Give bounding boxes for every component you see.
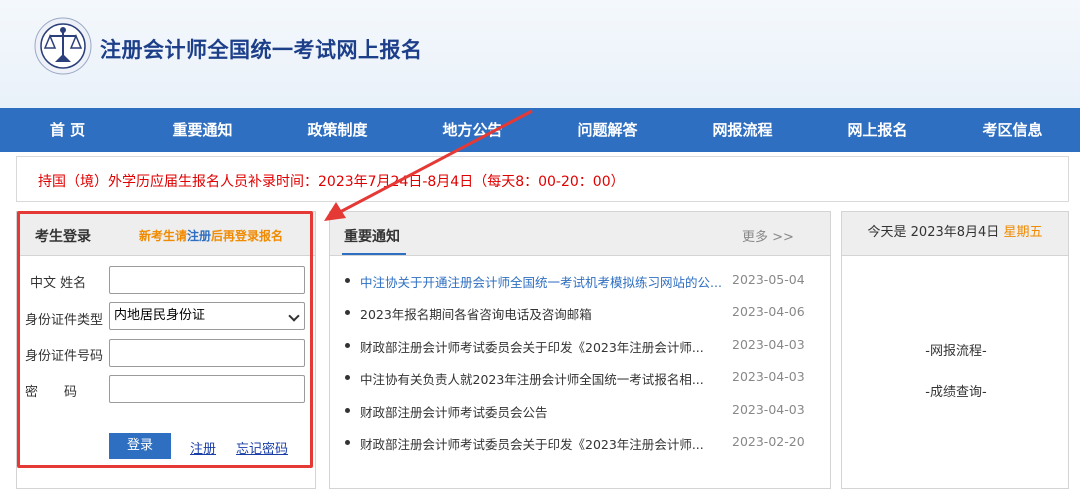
today-weekday: 星期五 — [1003, 225, 1043, 240]
notice-bar: 持国（境）外学历应届生报名人员补录时间：2023年7月24日-8月4日（每天8：… — [16, 156, 1069, 202]
nav-registration-process[interactable]: 网报流程 — [675, 108, 810, 152]
id-type-label: 身份证件类型 — [25, 313, 104, 328]
list-item: 财政部注册会计师考试委员会公告 2023-04-03 — [344, 399, 824, 431]
news-item-date: 2023-04-06 — [732, 304, 805, 320]
list-item: 2023年报名期间各省咨询电话及咨询邮箱 2023-04-06 — [344, 301, 824, 333]
news-item-date: 2023-02-20 — [732, 433, 805, 449]
list-item: 财政部注册会计师考试委员会关于印发《2023年注册会计师... 2023-04-… — [344, 334, 824, 366]
news-item-link[interactable]: 财政部注册会计师考试委员会公告 — [360, 402, 730, 421]
news-item-date: 2023-04-03 — [732, 369, 805, 385]
notice-text: 持国（境）外学历应届生报名人员补录时间：2023年7月24日-8月4日（每天8：… — [38, 174, 625, 190]
bullet-icon — [345, 439, 350, 445]
nav-home[interactable]: 首 页 — [0, 108, 135, 152]
nav-important-notices[interactable]: 重要通知 — [135, 108, 270, 152]
news-item-date: 2023-04-03 — [732, 401, 805, 417]
register-hint-suffix: 后再登录报名 — [211, 229, 284, 243]
cicpa-emblem-icon — [34, 17, 92, 75]
nav-faq[interactable]: 问题解答 — [540, 108, 675, 152]
news-list: 中注协关于开通注册会计师全国统一考试机考模拟练习网站的公... 2023-05-… — [344, 269, 824, 463]
today-date: 今天是 2023年8月4日 — [867, 225, 1000, 240]
login-panel-header: 考生登录 新考生请注册后再登录报名 — [17, 212, 315, 256]
nav-online-registration[interactable]: 网上报名 — [810, 108, 945, 152]
news-item-date: 2023-04-03 — [732, 336, 805, 352]
login-panel: 考生登录 新考生请注册后再登录报名 中文 姓名 身份证件类型 内地居民身份证 身… — [16, 211, 316, 489]
list-item: 中注协关于开通注册会计师全国统一考试机考模拟练习网站的公... 2023-05-… — [344, 269, 824, 301]
name-label: 中文 姓名 — [30, 276, 87, 291]
bullet-icon — [345, 407, 350, 413]
register-hint-link[interactable]: 注册 — [187, 229, 211, 243]
news-title-underline — [342, 253, 406, 255]
site-header: 注册会计师全国统一考试网上报名 — [0, 0, 1080, 108]
id-type-selected-value: 内地居民身份证 — [114, 308, 206, 323]
today-header: 今天是 2023年8月4日 星期五 — [842, 212, 1068, 256]
chevron-down-icon — [288, 310, 300, 322]
news-item-link[interactable]: 中注协关于开通注册会计师全国统一考试机考模拟练习网站的公... — [360, 272, 730, 291]
more-link[interactable]: 更多 >> — [742, 226, 794, 245]
id-number-input[interactable] — [109, 339, 305, 367]
news-panel-header: 重要通知 更多 >> — [330, 212, 830, 256]
password-label: 密 码 — [25, 385, 78, 400]
name-input[interactable] — [109, 266, 305, 294]
id-type-select[interactable]: 内地居民身份证 — [109, 302, 305, 330]
list-item: 财政部注册会计师考试委员会关于印发《2023年注册会计师... 2023-02-… — [344, 431, 824, 463]
register-link[interactable]: 注册 — [190, 438, 216, 457]
side-link-registration-process[interactable]: -网报流程- — [842, 340, 1070, 359]
bullet-icon — [345, 375, 350, 381]
news-item-date: 2023-05-04 — [732, 272, 805, 287]
nav-policies[interactable]: 政策制度 — [270, 108, 405, 152]
register-hint: 新考生请注册后再登录报名 — [139, 227, 283, 244]
register-hint-prefix: 新考生请 — [139, 229, 188, 243]
news-title: 重要通知 — [344, 229, 400, 245]
news-item-link[interactable]: 财政部注册会计师考试委员会关于印发《2023年注册会计师... — [360, 434, 730, 453]
date-panel: 今天是 2023年8月4日 星期五 -网报流程- -成绩查询- — [841, 211, 1069, 489]
id-number-label: 身份证件号码 — [25, 349, 104, 364]
bullet-icon — [345, 342, 350, 348]
list-item: 中注协有关负责人就2023年注册会计师全国统一考试报名相... 2023-04-… — [344, 366, 824, 398]
forgot-password-link[interactable]: 忘记密码 — [236, 438, 288, 457]
news-item-link[interactable]: 2023年报名期间各省咨询电话及咨询邮箱 — [360, 304, 730, 323]
side-link-score-query[interactable]: -成绩查询- — [842, 381, 1070, 400]
login-button[interactable]: 登录 — [109, 433, 171, 459]
main-nav: 首 页 重要通知 政策制度 地方公告 问题解答 网报流程 网上报名 考区信息 — [0, 108, 1080, 152]
nav-local-announcements[interactable]: 地方公告 — [405, 108, 540, 152]
news-item-link[interactable]: 中注协有关负责人就2023年注册会计师全国统一考试报名相... — [360, 369, 730, 388]
bullet-icon — [345, 310, 350, 316]
login-title: 考生登录 — [35, 229, 91, 245]
password-input[interactable] — [109, 375, 305, 403]
site-title: 注册会计师全国统一考试网上报名 — [100, 38, 423, 62]
nav-exam-area-info[interactable]: 考区信息 — [945, 108, 1080, 152]
bullet-icon — [345, 278, 350, 283]
news-panel: 重要通知 更多 >> 中注协关于开通注册会计师全国统一考试机考模拟练习网站的公.… — [329, 211, 831, 489]
news-item-link[interactable]: 财政部注册会计师考试委员会关于印发《2023年注册会计师... — [360, 337, 730, 356]
